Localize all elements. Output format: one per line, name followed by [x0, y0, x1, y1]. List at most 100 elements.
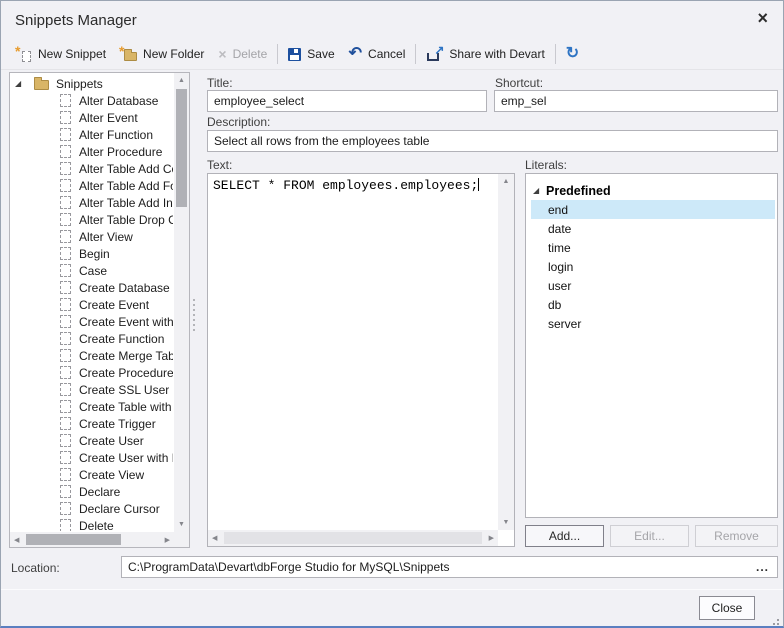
tree-item[interactable]: Create Event [10, 296, 173, 313]
tree-item[interactable]: Alter Table Add Index [10, 194, 173, 211]
shortcut-label: Shortcut: [495, 76, 543, 90]
tree-item[interactable]: Alter Procedure [10, 143, 173, 160]
tree-item[interactable]: Create Procedure wit [10, 364, 173, 381]
tree-item[interactable]: Alter Table Add Colum [10, 160, 173, 177]
close-button[interactable]: Close [699, 596, 755, 620]
snippet-icon [60, 128, 71, 141]
shortcut-input[interactable] [494, 90, 778, 112]
title-input[interactable] [207, 90, 487, 112]
tree-item[interactable]: Alter Database [10, 92, 173, 109]
tree-item-label: Create User [79, 434, 144, 448]
scroll-left-icon[interactable]: ◀ [14, 536, 19, 544]
tree-item-label: Create View [79, 468, 144, 482]
tree-item[interactable]: Create Table with Op [10, 398, 173, 415]
tree-item[interactable]: Declare Cursor [10, 500, 173, 517]
literal-item-label: login [548, 260, 573, 274]
location-label: Location: [11, 561, 60, 575]
tree-item[interactable]: Alter Table Add Foreig [10, 177, 173, 194]
description-input[interactable] [207, 130, 778, 152]
tree-item[interactable]: Delete [10, 517, 173, 531]
toolbar: * New Snippet * New Folder × Delete Save… [1, 39, 783, 70]
scroll-up-icon[interactable]: ▲ [498, 178, 514, 185]
snippet-icon [60, 519, 71, 531]
new-snippet-label: New Snippet [38, 47, 106, 61]
share-label: Share with Devart [449, 47, 544, 61]
tree-item[interactable]: Create Database [10, 279, 173, 296]
scroll-right-icon[interactable]: ▶ [165, 536, 170, 544]
new-folder-icon: * [120, 47, 137, 62]
scrollbar-thumb[interactable] [26, 534, 121, 545]
literal-item[interactable]: db [531, 295, 775, 314]
tree-item-label: Create Function [79, 332, 164, 346]
share-with-devart-button[interactable]: ↗ Share with Devart [419, 44, 551, 64]
editor-horizontal-scrollbar[interactable]: ◀ ▶ [208, 530, 498, 546]
editor-vertical-scrollbar[interactable]: ▲ ▼ [498, 174, 514, 530]
tree-item[interactable]: Create User with Priv [10, 449, 173, 466]
tree-item[interactable]: Create Function [10, 330, 173, 347]
location-input[interactable]: C:\ProgramData\Devart\dbForge Studio for… [121, 556, 778, 578]
tree-item[interactable]: Alter View [10, 228, 173, 245]
literal-item[interactable]: date [531, 219, 775, 238]
refresh-button[interactable]: ↻ [559, 43, 586, 65]
literals-group-predefined[interactable]: ◢ Predefined [531, 181, 775, 200]
tree-item-label: Alter Table Add Colum [79, 162, 173, 176]
delete-button[interactable]: × Delete [211, 44, 274, 64]
expander-icon[interactable]: ◢ [533, 186, 546, 195]
sql-code[interactable]: SELECT * FROM employees.employees; [209, 175, 498, 530]
scrollbar-thumb[interactable] [224, 532, 482, 544]
add-button[interactable]: Add... [525, 525, 604, 547]
panel-splitter-handle[interactable] [193, 299, 195, 301]
tree-root-label: Snippets [56, 77, 103, 91]
tree-item[interactable]: Create Merge Table [10, 347, 173, 364]
tree-item-list: Alter Database Alter Event Alter Functio… [10, 92, 173, 531]
scroll-right-icon[interactable]: ▶ [489, 534, 494, 542]
tree-item[interactable]: Case [10, 262, 173, 279]
text-label: Text: [207, 158, 232, 172]
literals-list: end date time login user db server [526, 200, 777, 333]
tree-item[interactable]: Create Event with Int [10, 313, 173, 330]
new-snippet-button[interactable]: * New Snippet [9, 44, 113, 65]
literal-item[interactable]: login [531, 257, 775, 276]
scrollbar-thumb[interactable] [176, 89, 187, 207]
resize-grip[interactable] [777, 619, 779, 621]
edit-button[interactable]: Edit... [610, 525, 689, 547]
tree-item-label: Declare Cursor [79, 502, 160, 516]
scroll-up-icon[interactable]: ▲ [174, 77, 189, 84]
snippet-icon [60, 145, 71, 158]
tree-item[interactable]: Create User [10, 432, 173, 449]
tree-item[interactable]: Alter Function [10, 126, 173, 143]
tree-root-snippets[interactable]: ◢ Snippets [10, 75, 173, 92]
tree-item[interactable]: Create View [10, 466, 173, 483]
literal-item[interactable]: end [531, 200, 775, 219]
tree-item-label: Create Event with Int [79, 315, 173, 329]
browse-button[interactable]: ... [754, 560, 771, 574]
literal-item-label: server [548, 317, 581, 331]
tree-horizontal-scrollbar[interactable]: ◀ ▶ [10, 532, 174, 547]
tree-item[interactable]: Create Trigger [10, 415, 173, 432]
literal-item[interactable]: time [531, 238, 775, 257]
tree-item[interactable]: Declare [10, 483, 173, 500]
expander-icon[interactable]: ◢ [15, 79, 25, 88]
tree-vertical-scrollbar[interactable]: ▲ ▼ [174, 73, 189, 532]
snippet-icon [60, 315, 71, 328]
cancel-button[interactable]: ↶ Cancel [342, 44, 413, 64]
literal-item[interactable]: user [531, 276, 775, 295]
snippet-icon [60, 281, 71, 294]
snippet-text-editor[interactable]: SELECT * FROM employees.employees; ▲ ▼ ◀… [207, 173, 515, 547]
tree-item[interactable]: Alter Event [10, 109, 173, 126]
tree-item-label: Alter Table Add Index [79, 196, 173, 210]
snippet-icon [60, 196, 71, 209]
description-label: Description: [207, 115, 270, 129]
tree-item[interactable]: Alter Table Drop Colu [10, 211, 173, 228]
new-folder-button[interactable]: * New Folder [113, 44, 211, 65]
literal-item[interactable]: server [531, 314, 775, 333]
scroll-down-icon[interactable]: ▼ [174, 521, 189, 528]
window-close-icon[interactable]: × [757, 9, 768, 27]
snippet-icon [60, 332, 71, 345]
tree-item[interactable]: Begin [10, 245, 173, 262]
remove-button[interactable]: Remove [695, 525, 778, 547]
tree-item[interactable]: Create SSL User [10, 381, 173, 398]
scroll-down-icon[interactable]: ▼ [498, 519, 514, 526]
save-button[interactable]: Save [281, 44, 341, 64]
scroll-left-icon[interactable]: ◀ [212, 534, 217, 542]
